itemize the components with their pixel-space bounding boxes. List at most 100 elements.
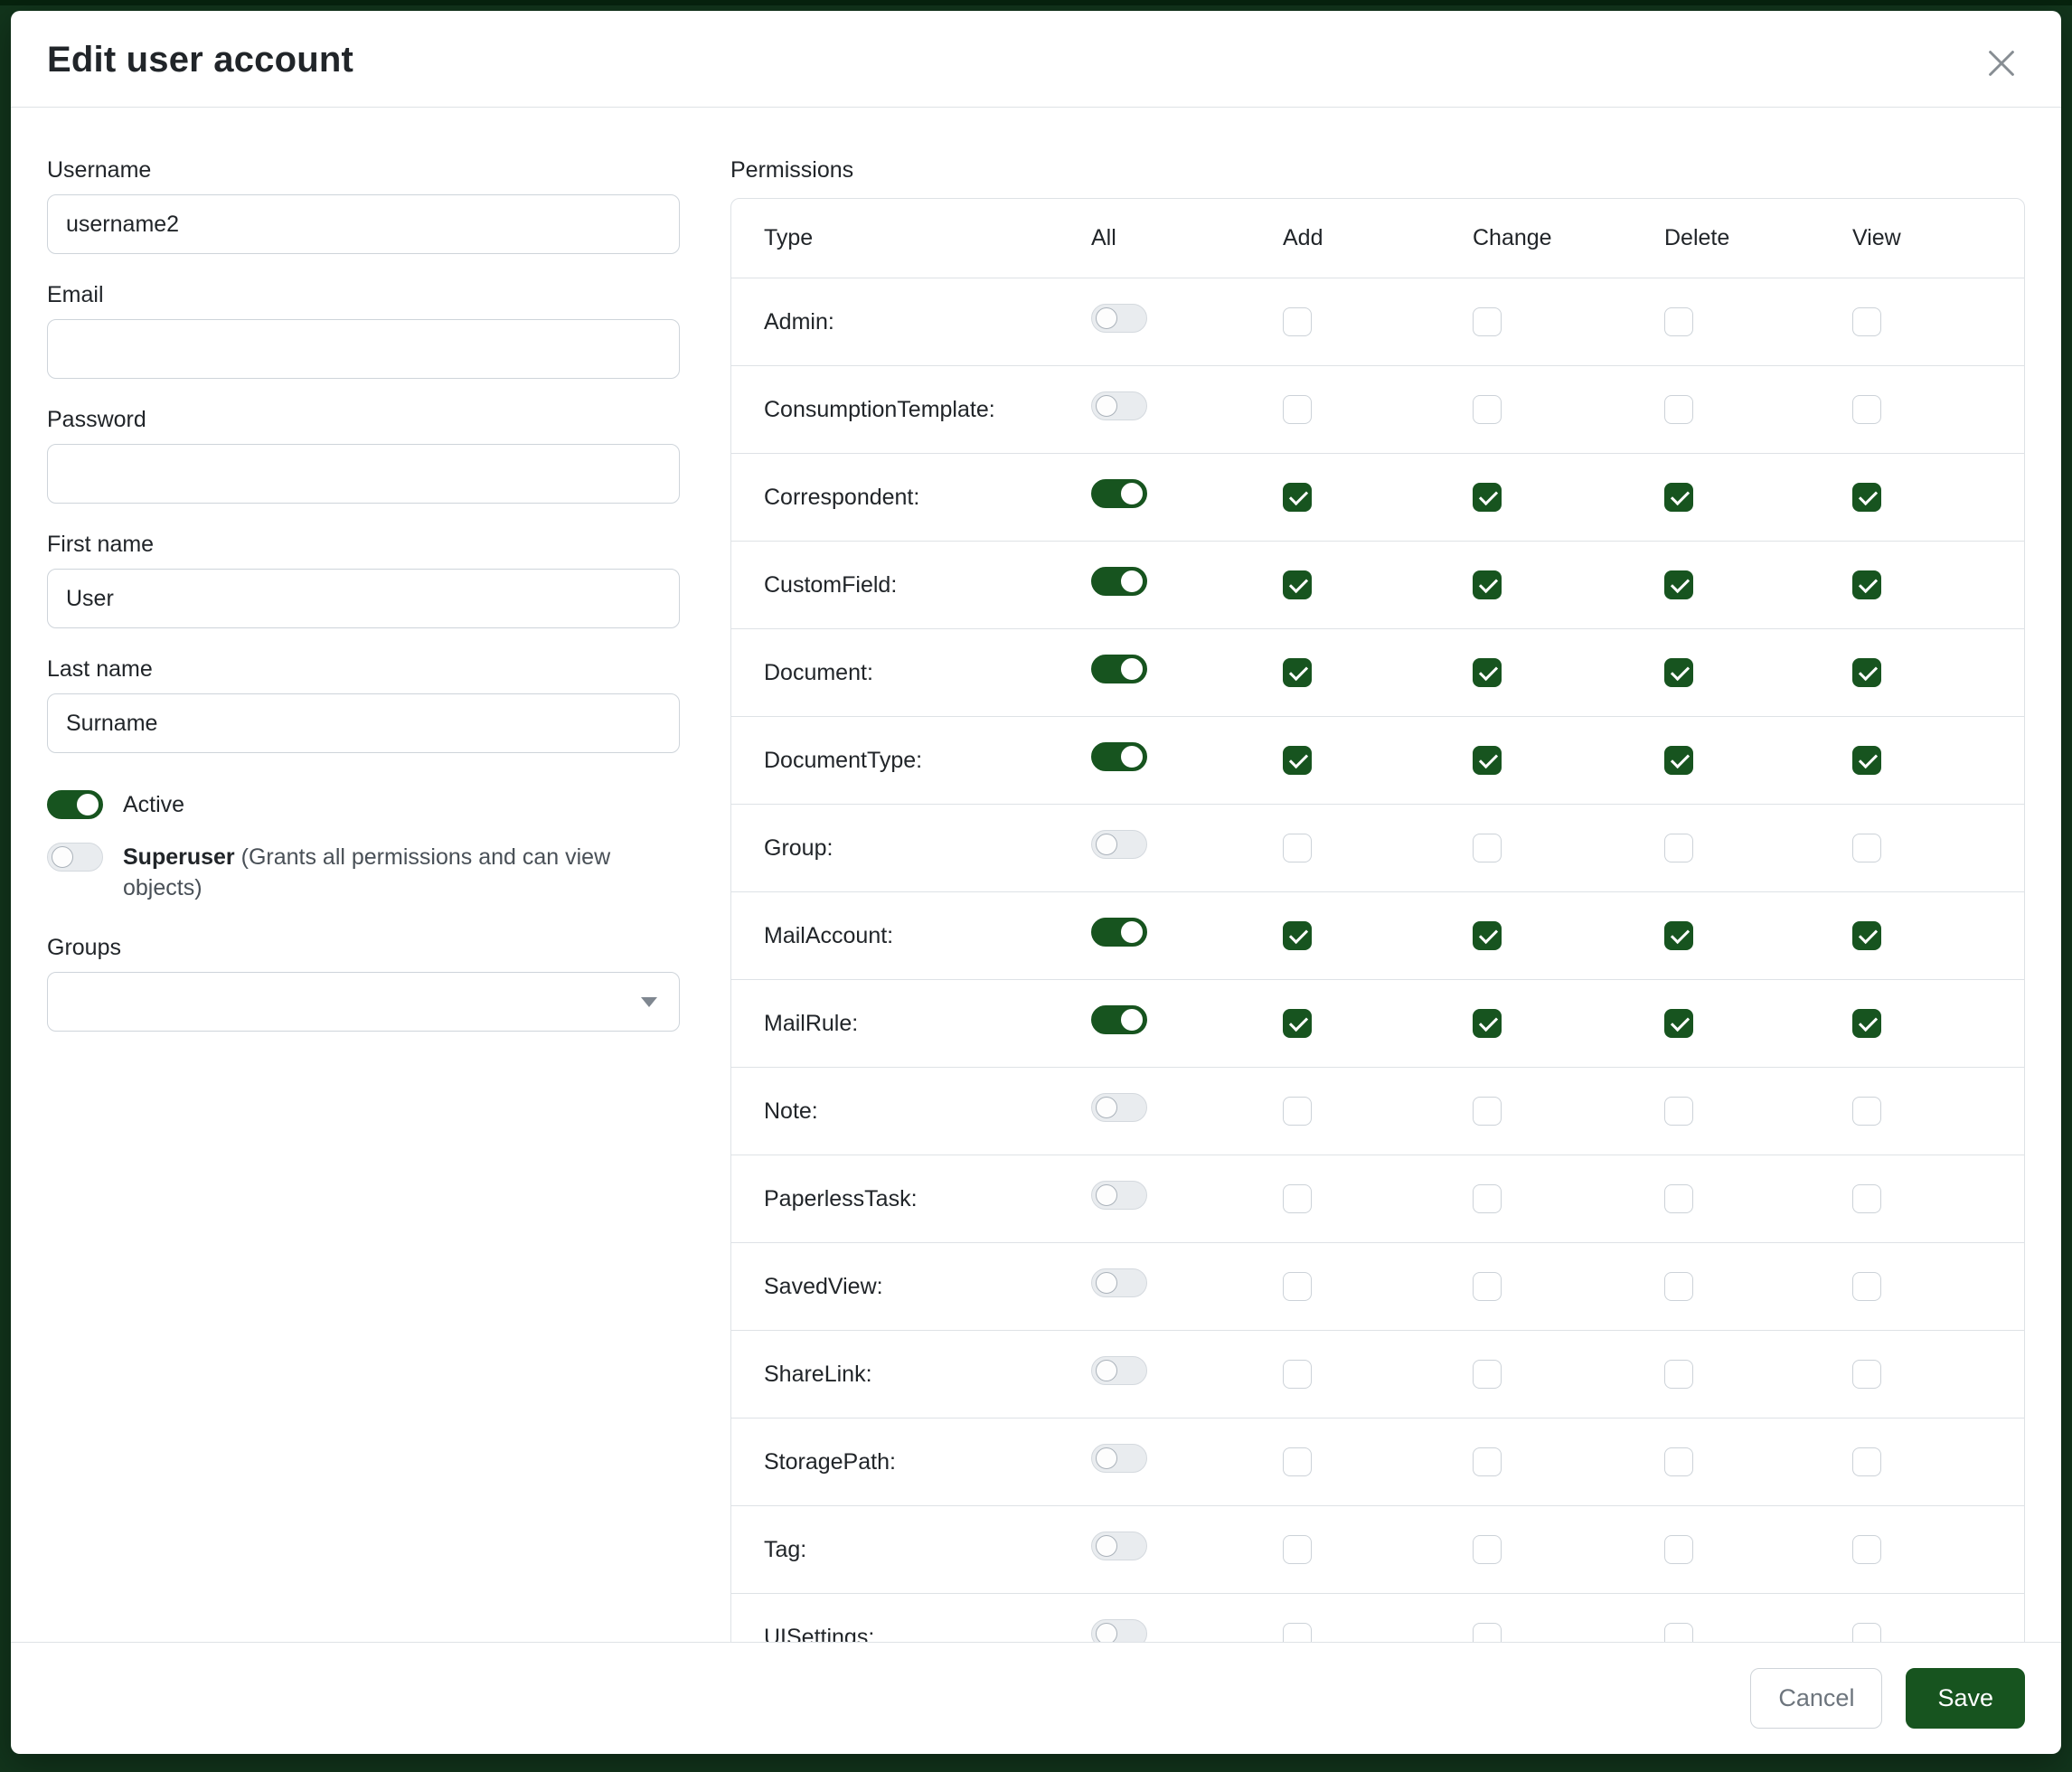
permission-change-checkbox[interactable] [1473, 307, 1502, 336]
permission-add-checkbox[interactable] [1283, 658, 1312, 687]
permission-view-checkbox[interactable] [1852, 1272, 1881, 1301]
permission-all-toggle[interactable] [1091, 304, 1147, 333]
permission-delete-checkbox[interactable] [1664, 1184, 1693, 1213]
permission-view-checkbox[interactable] [1852, 483, 1881, 512]
permission-view-checkbox[interactable] [1852, 395, 1881, 424]
permission-all-toggle[interactable] [1091, 830, 1147, 859]
permission-add-checkbox[interactable] [1283, 1272, 1312, 1301]
permission-all-toggle[interactable] [1091, 1005, 1147, 1034]
permission-row: UISettings: [731, 1594, 2024, 1642]
permission-view-checkbox[interactable] [1852, 1184, 1881, 1213]
permission-delete-checkbox[interactable] [1664, 1360, 1693, 1389]
permission-all-toggle[interactable] [1091, 1268, 1147, 1297]
permission-delete-checkbox[interactable] [1664, 921, 1693, 950]
email-field: Email [47, 281, 680, 379]
active-toggle[interactable] [47, 790, 103, 819]
permission-view-checkbox[interactable] [1852, 570, 1881, 599]
close-button[interactable] [1982, 43, 2021, 83]
permission-all-toggle[interactable] [1091, 742, 1147, 771]
permission-delete-checkbox[interactable] [1664, 483, 1693, 512]
permission-all-toggle[interactable] [1091, 1093, 1147, 1122]
permission-add-checkbox[interactable] [1283, 834, 1312, 862]
permission-add-checkbox[interactable] [1283, 1447, 1312, 1476]
permission-view-checkbox[interactable] [1852, 1535, 1881, 1564]
permission-view-checkbox[interactable] [1852, 1623, 1881, 1642]
toggle-knob [1121, 570, 1143, 592]
permission-change-checkbox[interactable] [1473, 570, 1502, 599]
permission-view-checkbox[interactable] [1852, 921, 1881, 950]
permission-change-checkbox[interactable] [1473, 921, 1502, 950]
permission-change-checkbox[interactable] [1473, 395, 1502, 424]
user-form: Username Email Password First name Last … [47, 156, 680, 1059]
permission-all-toggle[interactable] [1091, 1181, 1147, 1210]
permission-change-checkbox[interactable] [1473, 658, 1502, 687]
permission-view-checkbox[interactable] [1852, 658, 1881, 687]
permission-delete-checkbox[interactable] [1664, 570, 1693, 599]
permission-all-toggle[interactable] [1091, 655, 1147, 683]
permission-view-checkbox[interactable] [1852, 1447, 1881, 1476]
permission-add-checkbox[interactable] [1283, 395, 1312, 424]
permission-change-checkbox[interactable] [1473, 746, 1502, 775]
permission-change-checkbox[interactable] [1473, 1272, 1502, 1301]
username-input[interactable] [47, 194, 680, 254]
permission-view-checkbox[interactable] [1852, 834, 1881, 862]
column-header-change: Change [1458, 199, 1650, 278]
groups-select[interactable] [47, 972, 680, 1032]
save-button[interactable]: Save [1906, 1668, 2025, 1729]
permission-all-toggle[interactable] [1091, 391, 1147, 420]
permission-add-checkbox[interactable] [1283, 1097, 1312, 1126]
permission-all-toggle[interactable] [1091, 1532, 1147, 1560]
permission-change-checkbox[interactable] [1473, 1184, 1502, 1213]
permission-change-checkbox[interactable] [1473, 1623, 1502, 1642]
permission-add-checkbox[interactable] [1283, 570, 1312, 599]
permission-add-checkbox[interactable] [1283, 746, 1312, 775]
permission-view-checkbox[interactable] [1852, 746, 1881, 775]
superuser-toggle[interactable] [47, 843, 103, 872]
permission-add-checkbox[interactable] [1283, 1184, 1312, 1213]
permission-delete-checkbox[interactable] [1664, 746, 1693, 775]
permission-delete-checkbox[interactable] [1664, 395, 1693, 424]
permission-all-toggle[interactable] [1091, 918, 1147, 947]
permission-delete-checkbox[interactable] [1664, 307, 1693, 336]
permission-all-toggle[interactable] [1091, 479, 1147, 508]
email-input[interactable] [47, 319, 680, 379]
permission-add-checkbox[interactable] [1283, 1009, 1312, 1038]
permission-delete-checkbox[interactable] [1664, 1009, 1693, 1038]
permission-add-checkbox[interactable] [1283, 1623, 1312, 1642]
toggle-knob [1096, 1447, 1117, 1469]
permission-change-checkbox[interactable] [1473, 483, 1502, 512]
cancel-button[interactable]: Cancel [1750, 1668, 1882, 1729]
permission-add-checkbox[interactable] [1283, 921, 1312, 950]
password-input[interactable] [47, 444, 680, 504]
permission-change-checkbox[interactable] [1473, 1097, 1502, 1126]
permission-change-checkbox[interactable] [1473, 1009, 1502, 1038]
permission-add-checkbox[interactable] [1283, 307, 1312, 336]
permission-add-checkbox[interactable] [1283, 483, 1312, 512]
last-name-input[interactable] [47, 693, 680, 753]
permission-all-toggle[interactable] [1091, 1444, 1147, 1473]
permission-add-checkbox[interactable] [1283, 1360, 1312, 1389]
permission-all-toggle[interactable] [1091, 567, 1147, 596]
permission-view-checkbox[interactable] [1852, 1360, 1881, 1389]
permission-delete-checkbox[interactable] [1664, 834, 1693, 862]
permission-delete-checkbox[interactable] [1664, 1447, 1693, 1476]
permission-delete-checkbox[interactable] [1664, 1535, 1693, 1564]
permission-all-toggle[interactable] [1091, 1619, 1147, 1642]
permission-delete-checkbox[interactable] [1664, 1272, 1693, 1301]
permission-view-checkbox[interactable] [1852, 1097, 1881, 1126]
permission-change-checkbox[interactable] [1473, 1535, 1502, 1564]
permission-add-checkbox[interactable] [1283, 1535, 1312, 1564]
permission-delete-checkbox[interactable] [1664, 1623, 1693, 1642]
permission-change-checkbox[interactable] [1473, 834, 1502, 862]
permission-view-checkbox[interactable] [1852, 1009, 1881, 1038]
permission-delete-checkbox[interactable] [1664, 658, 1693, 687]
permission-change-checkbox[interactable] [1473, 1360, 1502, 1389]
permission-delete-checkbox[interactable] [1664, 1097, 1693, 1126]
permission-row: DocumentType: [731, 717, 2024, 805]
permission-change-checkbox[interactable] [1473, 1447, 1502, 1476]
permission-type-label: MailAccount: [731, 892, 1077, 980]
active-row: Active [47, 789, 680, 820]
permission-view-checkbox[interactable] [1852, 307, 1881, 336]
permission-all-toggle[interactable] [1091, 1356, 1147, 1385]
first-name-input[interactable] [47, 569, 680, 628]
